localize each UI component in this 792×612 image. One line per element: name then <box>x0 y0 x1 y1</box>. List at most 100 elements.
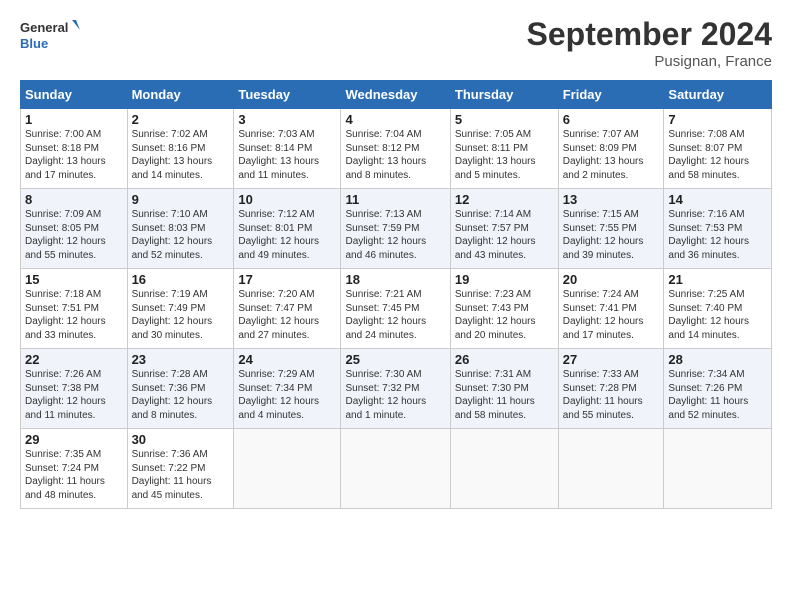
day-info: Sunrise: 7:36 AMSunset: 7:22 PMDaylight:… <box>132 449 212 501</box>
header: General Blue September 2024 Pusignan, Fr… <box>20 16 772 70</box>
day-info: Sunrise: 7:20 AMSunset: 7:47 PMDaylight:… <box>238 289 319 341</box>
day-number: 25 <box>345 352 445 367</box>
day-info: Sunrise: 7:12 AMSunset: 8:01 PMDaylight:… <box>238 209 319 261</box>
day-number: 26 <box>455 352 554 367</box>
day-info: Sunrise: 7:28 AMSunset: 7:36 PMDaylight:… <box>132 369 213 421</box>
calendar-cell: 26 Sunrise: 7:31 AMSunset: 7:30 PMDayligh… <box>450 349 558 429</box>
day-number: 30 <box>132 432 230 447</box>
day-number: 20 <box>563 272 660 287</box>
day-info: Sunrise: 7:13 AMSunset: 7:59 PMDaylight:… <box>345 209 426 261</box>
month-title: September 2024 <box>527 16 772 53</box>
calendar-cell <box>450 429 558 509</box>
day-info: Sunrise: 7:05 AMSunset: 8:11 PMDaylight:… <box>455 129 536 181</box>
col-thursday: Thursday <box>450 81 558 109</box>
calendar-cell: 8Sunrise: 7:09 AMSunset: 8:05 PMDaylight… <box>21 189 128 269</box>
calendar-cell: 19 Sunrise: 7:23 AMSunset: 7:43 PMDayligh… <box>450 269 558 349</box>
calendar-cell: 16Sunrise: 7:19 AMSunset: 7:49 PMDayligh… <box>127 269 234 349</box>
logo-svg: General Blue <box>20 16 80 54</box>
day-number: 22 <box>25 352 123 367</box>
calendar-cell: 3Sunrise: 7:03 AMSunset: 8:14 PMDaylight… <box>234 109 341 189</box>
day-info: Sunrise: 7:02 AMSunset: 8:16 PMDaylight:… <box>132 129 213 181</box>
day-number: 29 <box>25 432 123 447</box>
calendar-cell <box>664 429 772 509</box>
col-monday: Monday <box>127 81 234 109</box>
week-row-3: 15 Sunrise: 7:18 AMSunset: 7:51 PMDayligh… <box>21 269 772 349</box>
day-info: Sunrise: 7:21 AMSunset: 7:45 PMDaylight:… <box>345 289 426 341</box>
col-tuesday: Tuesday <box>234 81 341 109</box>
day-number: 28 <box>668 352 767 367</box>
calendar-cell: 18 Sunrise: 7:21 AMSunset: 7:45 PMDayligh… <box>341 269 450 349</box>
calendar-cell: 21Sunrise: 7:25 AMSunset: 7:40 PMDayligh… <box>664 269 772 349</box>
calendar-cell: 25 Sunrise: 7:30 AMSunset: 7:32 PMDayligh… <box>341 349 450 429</box>
day-number: 18 <box>345 272 445 287</box>
day-info: Sunrise: 7:03 AMSunset: 8:14 PMDaylight:… <box>238 129 319 181</box>
day-number: 6 <box>563 112 660 127</box>
week-row-1: 1 Sunrise: 7:00 AMSunset: 8:18 PMDaylight… <box>21 109 772 189</box>
svg-text:General: General <box>20 20 68 35</box>
day-info: Sunrise: 7:30 AMSunset: 7:32 PMDaylight:… <box>345 369 426 421</box>
day-number: 12 <box>455 192 554 207</box>
day-info: Sunrise: 7:26 AMSunset: 7:38 PMDaylight:… <box>25 369 106 421</box>
day-number: 21 <box>668 272 767 287</box>
location: Pusignan, France <box>527 53 772 70</box>
col-wednesday: Wednesday <box>341 81 450 109</box>
calendar-cell: 22 Sunrise: 7:26 AMSunset: 7:38 PMDayligh… <box>21 349 128 429</box>
day-number: 24 <box>238 352 336 367</box>
calendar-cell: 5 Sunrise: 7:05 AMSunset: 8:11 PMDaylight… <box>450 109 558 189</box>
day-number: 4 <box>345 112 445 127</box>
day-info: Sunrise: 7:04 AMSunset: 8:12 PMDaylight:… <box>345 129 426 181</box>
day-info: Sunrise: 7:23 AMSunset: 7:43 PMDaylight:… <box>455 289 536 341</box>
calendar-cell: 15 Sunrise: 7:18 AMSunset: 7:51 PMDayligh… <box>21 269 128 349</box>
day-info: Sunrise: 7:34 AMSunset: 7:26 PMDaylight:… <box>668 369 748 421</box>
day-info: Sunrise: 7:24 AMSunset: 7:41 PMDaylight:… <box>563 289 644 341</box>
day-number: 1 <box>25 112 123 127</box>
day-number: 27 <box>563 352 660 367</box>
day-number: 19 <box>455 272 554 287</box>
day-number: 2 <box>132 112 230 127</box>
calendar-cell: 9 Sunrise: 7:10 AMSunset: 8:03 PMDaylight… <box>127 189 234 269</box>
calendar-cell <box>341 429 450 509</box>
calendar-cell: 6 Sunrise: 7:07 AMSunset: 8:09 PMDaylight… <box>558 109 664 189</box>
week-row-5: 29 Sunrise: 7:35 AMSunset: 7:24 PMDayligh… <box>21 429 772 509</box>
week-row-2: 8Sunrise: 7:09 AMSunset: 8:05 PMDaylight… <box>21 189 772 269</box>
day-info: Sunrise: 7:00 AMSunset: 8:18 PMDaylight:… <box>25 129 106 181</box>
header-row: Sunday Monday Tuesday Wednesday Thursday… <box>21 81 772 109</box>
svg-text:Blue: Blue <box>20 36 48 51</box>
day-info: Sunrise: 7:33 AMSunset: 7:28 PMDaylight:… <box>563 369 643 421</box>
day-info: Sunrise: 7:18 AMSunset: 7:51 PMDaylight:… <box>25 289 106 341</box>
day-number: 9 <box>132 192 230 207</box>
calendar-cell: 17Sunrise: 7:20 AMSunset: 7:47 PMDayligh… <box>234 269 341 349</box>
calendar-cell: 2 Sunrise: 7:02 AMSunset: 8:16 PMDaylight… <box>127 109 234 189</box>
day-info: Sunrise: 7:35 AMSunset: 7:24 PMDaylight:… <box>25 449 105 501</box>
day-info: Sunrise: 7:07 AMSunset: 8:09 PMDaylight:… <box>563 129 644 181</box>
day-number: 13 <box>563 192 660 207</box>
calendar-cell: 11Sunrise: 7:13 AMSunset: 7:59 PMDayligh… <box>341 189 450 269</box>
calendar-cell: 29 Sunrise: 7:35 AMSunset: 7:24 PMDayligh… <box>21 429 128 509</box>
calendar-cell: 14Sunrise: 7:16 AMSunset: 7:53 PMDayligh… <box>664 189 772 269</box>
day-info: Sunrise: 7:10 AMSunset: 8:03 PMDaylight:… <box>132 209 213 261</box>
day-number: 15 <box>25 272 123 287</box>
day-number: 10 <box>238 192 336 207</box>
day-info: Sunrise: 7:15 AMSunset: 7:55 PMDaylight:… <box>563 209 644 261</box>
day-number: 8 <box>25 192 123 207</box>
calendar-cell: 7Sunrise: 7:08 AMSunset: 8:07 PMDaylight… <box>664 109 772 189</box>
calendar-cell: 10 Sunrise: 7:12 AMSunset: 8:01 PMDayligh… <box>234 189 341 269</box>
col-friday: Friday <box>558 81 664 109</box>
day-info: Sunrise: 7:31 AMSunset: 7:30 PMDaylight:… <box>455 369 535 421</box>
calendar-cell: 13 Sunrise: 7:15 AMSunset: 7:55 PMDayligh… <box>558 189 664 269</box>
page: General Blue September 2024 Pusignan, Fr… <box>0 0 792 612</box>
logo: General Blue <box>20 16 80 54</box>
col-sunday: Sunday <box>21 81 128 109</box>
day-info: Sunrise: 7:08 AMSunset: 8:07 PMDaylight:… <box>668 129 749 181</box>
calendar-cell: 24 Sunrise: 7:29 AMSunset: 7:34 PMDayligh… <box>234 349 341 429</box>
calendar-cell: 1 Sunrise: 7:00 AMSunset: 8:18 PMDaylight… <box>21 109 128 189</box>
col-saturday: Saturday <box>664 81 772 109</box>
title-section: September 2024 Pusignan, France <box>527 16 772 70</box>
day-info: Sunrise: 7:29 AMSunset: 7:34 PMDaylight:… <box>238 369 319 421</box>
calendar-cell: 23Sunrise: 7:28 AMSunset: 7:36 PMDayligh… <box>127 349 234 429</box>
calendar-cell <box>234 429 341 509</box>
calendar-cell: 30 Sunrise: 7:36 AMSunset: 7:22 PMDayligh… <box>127 429 234 509</box>
calendar-cell: 28 Sunrise: 7:34 AMSunset: 7:26 PMDayligh… <box>664 349 772 429</box>
day-number: 5 <box>455 112 554 127</box>
day-info: Sunrise: 7:14 AMSunset: 7:57 PMDaylight:… <box>455 209 536 261</box>
